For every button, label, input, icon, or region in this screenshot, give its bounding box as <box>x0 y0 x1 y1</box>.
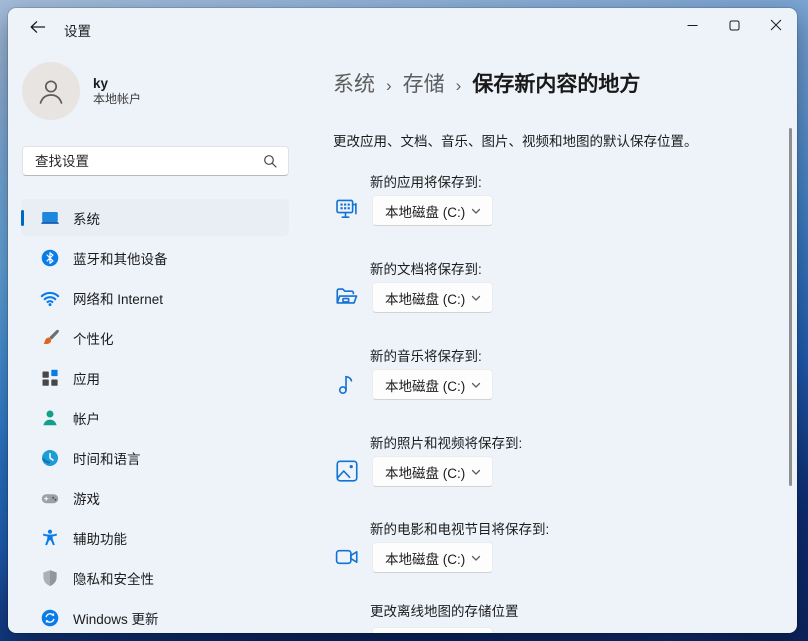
sidebar-item-network[interactable]: 网络和 Internet <box>21 279 289 316</box>
sidebar-item-bluetooth[interactable]: 蓝牙和其他设备 <box>21 239 289 276</box>
chevron-down-icon <box>470 205 482 217</box>
new-movies-icon <box>334 544 360 570</box>
sidebar-item-label: 时间和语言 <box>73 448 141 468</box>
sidebar-item-apps[interactable]: 应用 <box>21 359 289 396</box>
gaming-icon <box>40 488 60 508</box>
sidebar-item-label: 网络和 Internet <box>73 288 163 308</box>
bluetooth-icon <box>40 248 60 268</box>
new-music-icon <box>334 371 360 397</box>
chevron-down-icon <box>470 466 482 478</box>
save-row-movies: 新的电影和电视节目将保存到: 本地磁盘 (C:) <box>333 518 793 580</box>
breadcrumb-storage[interactable]: 存储 <box>403 68 445 98</box>
personalization-icon <box>40 328 60 348</box>
account-name: ky <box>93 76 141 92</box>
search-icon <box>263 154 277 168</box>
dropdown-value: 本地磁盘 (C:) <box>385 375 470 395</box>
sidebar-item-label: Windows 更新 <box>73 608 159 628</box>
sidebar-item-label: 应用 <box>73 368 100 388</box>
desktop-wallpaper: 设置 ky 本地帐户 <box>0 0 808 641</box>
save-row-label: 新的电影和电视节目将保存到: <box>370 518 549 538</box>
sidebar-item-label: 游戏 <box>73 488 100 508</box>
window-title: 设置 <box>64 20 91 40</box>
sidebar-item-label: 帐户 <box>73 408 100 428</box>
dropdown-value: 本地磁盘 (C:) <box>385 548 470 568</box>
sidebar-item-system[interactable]: 系统 <box>21 199 289 236</box>
photos-drive-dropdown[interactable]: 本地磁盘 (C:) <box>372 456 493 487</box>
offline-maps-label: 更改离线地图的存储位置 <box>370 600 519 620</box>
save-row-documents: 新的文档将保存到: 本地磁盘 (C:) <box>333 258 793 320</box>
selected-indicator <box>21 210 24 226</box>
sidebar-item-label: 系统 <box>73 208 100 228</box>
accessibility-icon <box>40 528 60 548</box>
sidebar-item-windows-update[interactable]: Windows 更新 <box>21 599 289 633</box>
offline-maps-drive-dropdown[interactable]: 本地磁盘 (C:) <box>372 627 493 633</box>
save-row-music: 新的音乐将保存到: 本地磁盘 (C:) <box>333 345 793 407</box>
sidebar-item-privacy[interactable]: 隐私和安全性 <box>21 559 289 596</box>
new-apps-icon <box>334 197 360 223</box>
music-drive-dropdown[interactable]: 本地磁盘 (C:) <box>372 369 493 400</box>
search-box <box>22 146 289 176</box>
breadcrumb-system[interactable]: 系统 <box>333 68 375 98</box>
save-row-label: 新的文档将保存到: <box>370 258 482 278</box>
documents-drive-dropdown[interactable]: 本地磁盘 (C:) <box>372 282 493 313</box>
back-arrow-icon <box>29 19 46 35</box>
sidebar: ky 本地帐户 系统 <box>8 42 325 633</box>
breadcrumb: 系统 › 存储 › 保存新内容的地方 <box>333 68 640 98</box>
dropdown-value: 本地磁盘 (C:) <box>385 201 470 221</box>
sidebar-item-label: 辅助功能 <box>73 528 127 548</box>
chevron-down-icon <box>470 292 482 304</box>
new-documents-icon <box>334 284 360 310</box>
dropdown-value: 本地磁盘 (C:) <box>385 288 470 308</box>
breadcrumb-separator: › <box>456 76 462 96</box>
page-description: 更改应用、文档、音乐、图片、视频和地图的默认保存位置。 <box>333 130 698 150</box>
back-button[interactable] <box>20 12 54 42</box>
sidebar-item-label: 蓝牙和其他设备 <box>73 248 168 268</box>
system-icon <box>40 208 60 228</box>
person-icon <box>35 75 67 107</box>
sidebar-item-accessibility[interactable]: 辅助功能 <box>21 519 289 556</box>
time-language-icon <box>40 448 60 468</box>
sidebar-item-accounts[interactable]: 帐户 <box>21 399 289 436</box>
search-input[interactable] <box>23 154 263 169</box>
page-title: 保存新内容的地方 <box>472 68 640 98</box>
accounts-icon <box>40 408 60 428</box>
avatar <box>22 62 80 120</box>
main-content: 系统 › 存储 › 保存新内容的地方 更改应用、文档、音乐、图片、视频和地图的默… <box>325 8 797 633</box>
movies-drive-dropdown[interactable]: 本地磁盘 (C:) <box>372 542 493 573</box>
breadcrumb-separator: › <box>386 76 392 96</box>
chevron-down-icon <box>470 552 482 564</box>
chevron-down-icon <box>470 379 482 391</box>
save-row-label: 新的音乐将保存到: <box>370 345 482 365</box>
sidebar-item-personalization[interactable]: 个性化 <box>21 319 289 356</box>
save-row-photos: 新的照片和视频将保存到: 本地磁盘 (C:) <box>333 432 793 494</box>
sidebar-item-label: 个性化 <box>73 328 114 348</box>
save-row-label: 新的照片和视频将保存到: <box>370 432 522 452</box>
privacy-icon <box>40 568 60 588</box>
dropdown-value: 本地磁盘 (C:) <box>385 462 470 482</box>
windows-update-icon <box>40 608 60 628</box>
vertical-scrollbar[interactable] <box>789 128 792 486</box>
account-header[interactable]: ky 本地帐户 <box>22 62 141 120</box>
sidebar-item-label: 隐私和安全性 <box>73 568 154 588</box>
save-row-apps: 新的应用将保存到: 本地磁盘 (C:) <box>333 171 793 233</box>
new-photos-icon <box>334 458 360 484</box>
apps-drive-dropdown[interactable]: 本地磁盘 (C:) <box>372 195 493 226</box>
dropdown-value: 本地磁盘 (C:) <box>385 633 470 634</box>
sidebar-item-gaming[interactable]: 游戏 <box>21 479 289 516</box>
sidebar-item-time-language[interactable]: 时间和语言 <box>21 439 289 476</box>
network-icon <box>40 288 60 308</box>
sidebar-nav: 系统 蓝牙和其他设备 网络和 Internet <box>21 199 289 633</box>
apps-icon <box>40 368 60 388</box>
save-row-label: 新的应用将保存到: <box>370 171 482 191</box>
account-type: 本地帐户 <box>93 92 141 107</box>
settings-window: 设置 ky 本地帐户 <box>8 8 797 633</box>
